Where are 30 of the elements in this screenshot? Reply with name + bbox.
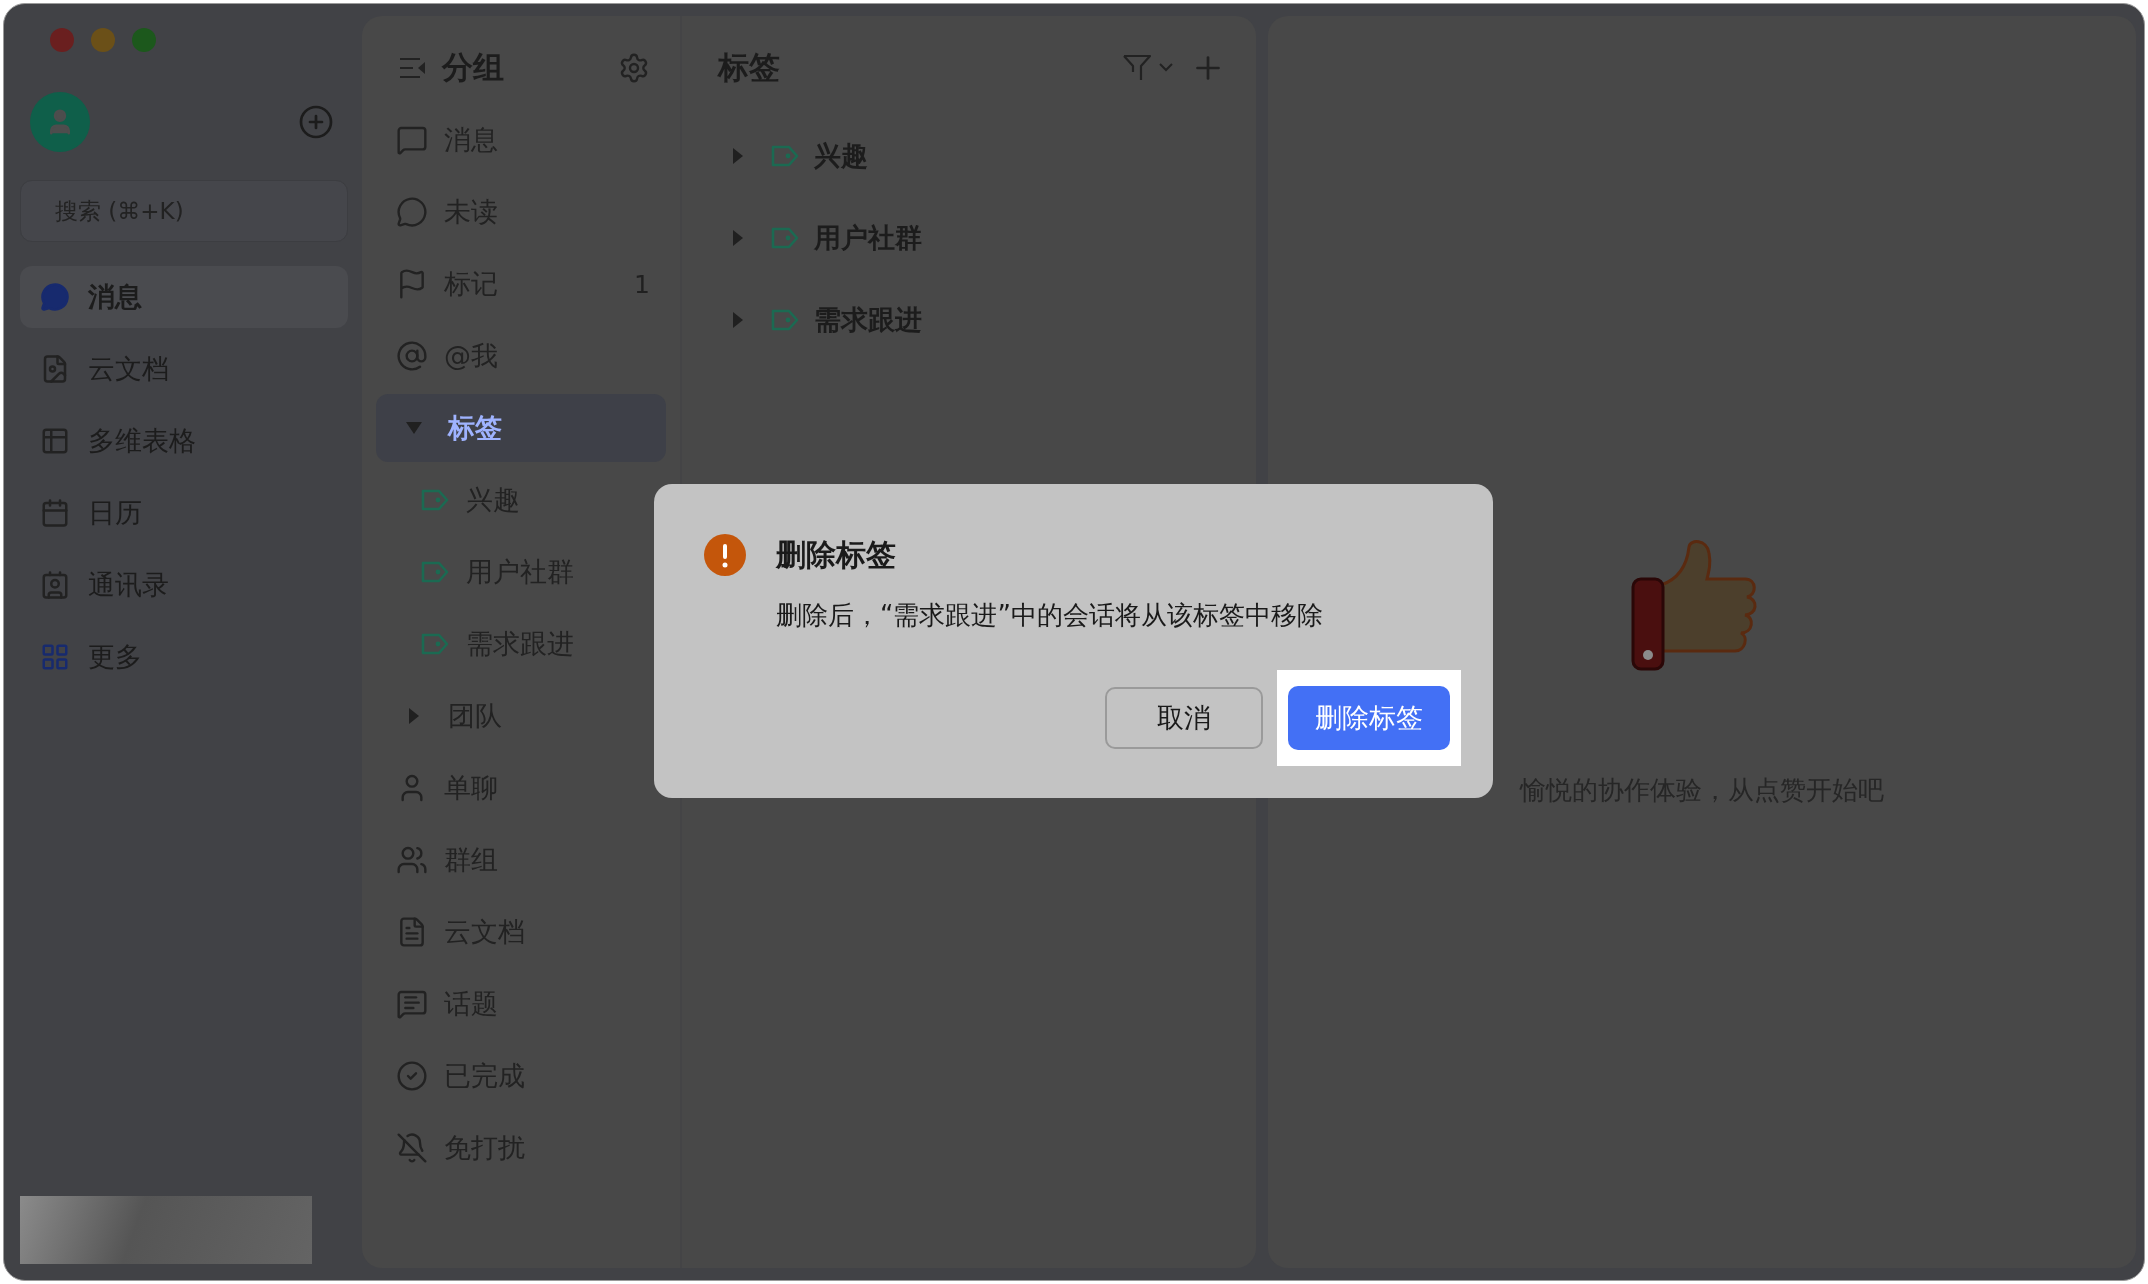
user-avatar[interactable]	[30, 92, 90, 152]
dialog-message: 删除后，“需求跟进”中的会话将从该标签中移除	[776, 599, 1324, 632]
contacts-icon	[40, 570, 70, 600]
delete-tag-button[interactable]: 删除标签	[1288, 686, 1450, 750]
tag-icon	[420, 488, 450, 512]
table-icon	[40, 426, 70, 456]
dialog-title: 删除标签	[776, 535, 896, 574]
apps-grid-icon	[40, 642, 70, 672]
tag-icon	[770, 308, 800, 332]
tag-icon	[770, 144, 800, 168]
zoom-window-button[interactable]	[132, 28, 156, 52]
settings-icon[interactable]	[618, 52, 650, 84]
calendar-icon	[40, 498, 70, 528]
close-window-button[interactable]	[50, 28, 74, 52]
bell-off-icon	[396, 1132, 428, 1164]
at-sign-icon	[396, 340, 428, 372]
add-icon[interactable]	[298, 104, 334, 140]
warning-icon	[704, 534, 746, 576]
tag-icon	[770, 226, 800, 250]
check-circle-icon	[396, 1060, 428, 1092]
topic-icon	[396, 988, 428, 1020]
tag-icon	[420, 560, 450, 584]
minimize-window-button[interactable]	[91, 28, 115, 52]
chat-bubble-icon	[396, 124, 428, 156]
group-item[interactable]: 标签	[376, 394, 666, 462]
chat-bubbles-icon	[40, 282, 70, 312]
people-icon	[396, 844, 428, 876]
cancel-button[interactable]: 取消	[1105, 687, 1263, 749]
collapse-list-icon[interactable]	[398, 55, 428, 81]
tag-icon	[420, 632, 450, 656]
